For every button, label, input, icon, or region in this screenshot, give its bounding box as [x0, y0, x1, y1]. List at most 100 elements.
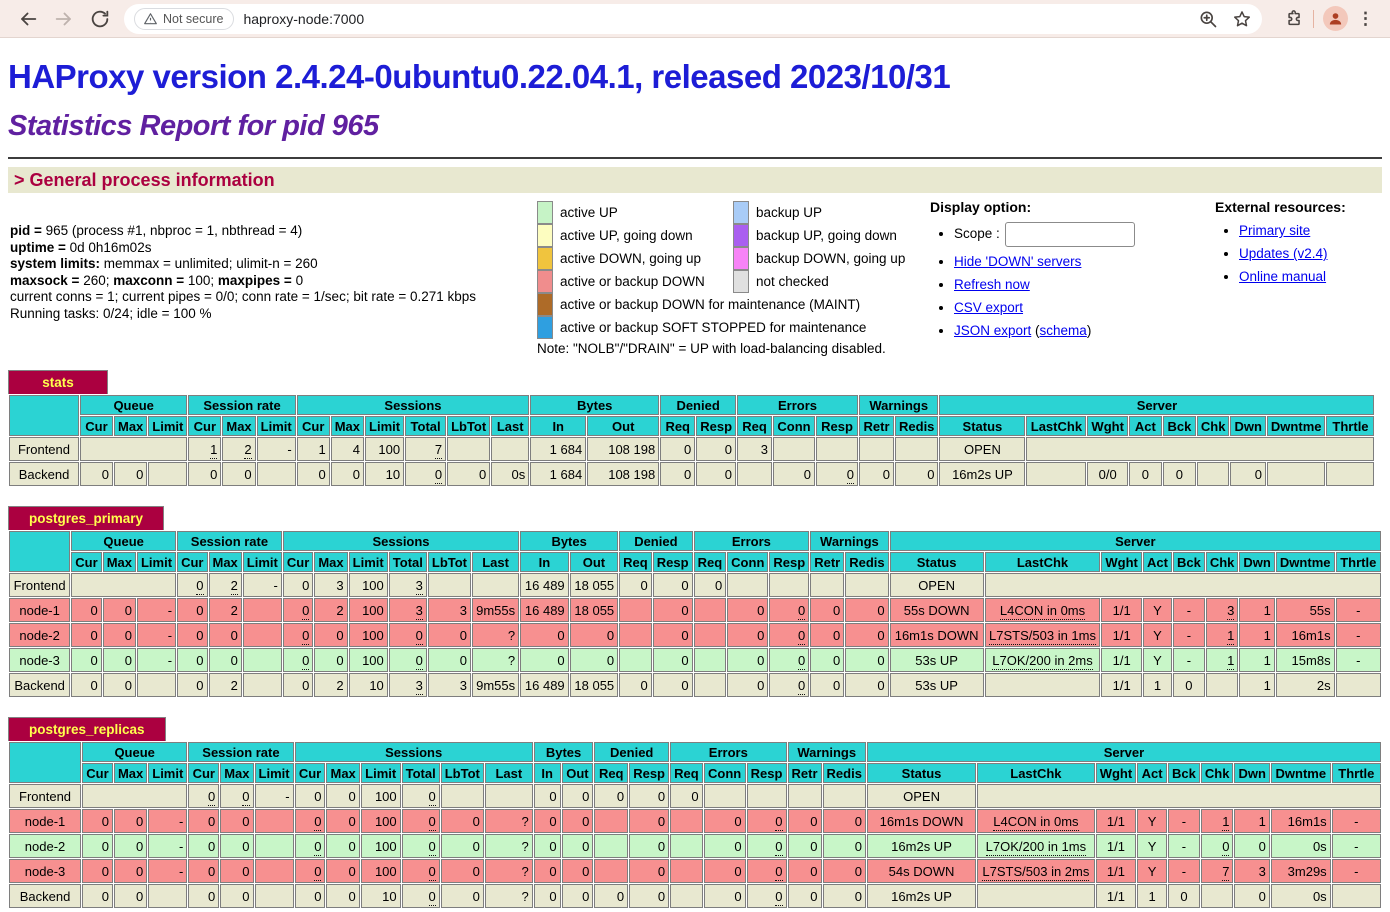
table-cell: 1 684 [530, 437, 586, 461]
table-cell: 1/1 [1096, 859, 1136, 883]
table-cell [727, 573, 768, 597]
table-cell: 0 [859, 462, 894, 486]
display-options: Display option: Scope :Hide 'DOWN' serve… [930, 199, 1135, 345]
table-cell [816, 437, 858, 461]
table-cell: 100 [349, 648, 388, 672]
url-text[interactable]: haproxy-node:7000 [243, 11, 1184, 27]
table-cell: 0 [283, 623, 313, 647]
bookmark-star-icon[interactable] [1232, 9, 1252, 29]
table-cell: 0 [845, 648, 888, 672]
display-option-link[interactable]: Hide 'DOWN' servers [954, 254, 1081, 269]
table-cell: 0 [326, 809, 359, 833]
table-cell: 0 [788, 834, 822, 858]
table-cell: 0 [441, 834, 484, 858]
table-cell: 0 [534, 884, 561, 908]
extensions-icon[interactable] [1284, 9, 1304, 29]
table-cell: 16 489 [520, 573, 569, 597]
table-cell: 10 [349, 673, 388, 697]
table-cell: 0 [295, 884, 326, 908]
table-cell: 1/1 [1096, 834, 1136, 858]
column-header: Thrtle [1336, 552, 1381, 572]
column-header: Total [402, 763, 440, 783]
table-cell: 0 [788, 884, 822, 908]
table-cell: 0 [823, 809, 866, 833]
menu-dots-icon[interactable]: ⋮ [1357, 9, 1374, 29]
table-row: Frontend00-00100000000OPEN [9, 784, 1381, 808]
table-cell: ? [485, 884, 533, 908]
table-cell: 0 [295, 834, 326, 858]
zoom-icon[interactable] [1198, 9, 1218, 29]
column-group-header: Server [867, 742, 1381, 762]
column-header: Bck [1168, 763, 1200, 783]
table-cell: 0 [177, 573, 207, 597]
column-group-header: Warnings [788, 742, 866, 762]
display-option-link[interactable]: CSV export [954, 300, 1023, 315]
site-security-chip[interactable]: Not secure [134, 8, 234, 30]
column-header: Status [867, 763, 976, 783]
legend-row: active UP, going downbackup UP, going do… [537, 224, 905, 247]
column-header: Last [491, 416, 529, 436]
proxy-section: postgres_primaryQueueSession rateSession… [8, 506, 1382, 698]
table-cell: 3 [428, 598, 471, 622]
external-resource-link[interactable]: Updates (v2.4) [1239, 246, 1328, 261]
external-resource-link[interactable]: Online manual [1239, 269, 1326, 284]
reload-icon[interactable] [89, 8, 111, 30]
stats-page: HAProxy version 2.4.24-0ubuntu0.22.04.1,… [0, 59, 1390, 909]
table-row: Backend00020210339m55s16 48918 055000000… [9, 673, 1381, 697]
address-bar[interactable]: Not secure haproxy-node:7000 [124, 4, 1262, 34]
table-cell: 2 [209, 573, 242, 597]
table-cell: Y [1143, 623, 1172, 647]
table-cell: 0 [534, 859, 561, 883]
table-cell: 1 [1201, 809, 1234, 833]
scope-input[interactable] [1005, 222, 1135, 247]
table-cell: 0 [788, 809, 822, 833]
table-cell: 0 [188, 859, 219, 883]
back-icon[interactable] [17, 8, 39, 30]
table-cell: ? [485, 809, 533, 833]
schema-link[interactable]: schema [1040, 323, 1087, 338]
table-cell: 0 [1230, 462, 1265, 486]
table-cell: 7 [405, 437, 446, 461]
table-cell [859, 437, 894, 461]
table-row: Frontend12-1410071 684108 198003OPEN [9, 437, 1374, 461]
table-cell: 18 055 [570, 673, 619, 697]
table-cell: 16m1s [1276, 623, 1335, 647]
display-option-link[interactable]: Refresh now [954, 277, 1030, 292]
process-info-line: uptime = 0d 0h16m02s [10, 240, 476, 257]
table-cell: 0 [520, 623, 569, 647]
profile-avatar[interactable] [1323, 6, 1348, 31]
table-cell: 1/1 [1096, 884, 1136, 908]
table-cell: 0 [326, 884, 359, 908]
table-cell: 0 [810, 598, 844, 622]
table-cell: 100 [349, 598, 388, 622]
json-export-link[interactable]: JSON export [954, 323, 1031, 338]
table-cell: 3 [389, 573, 427, 597]
table-cell: 3 [1234, 859, 1269, 883]
table-cell: - [1332, 809, 1381, 833]
table-cell: 0 [570, 623, 619, 647]
column-header: Thrtle [1332, 763, 1381, 783]
table-cell: 0 [188, 834, 219, 858]
table-cell: 0 [534, 834, 561, 858]
column-header: Retr [859, 416, 894, 436]
table-cell: 1 [297, 437, 330, 461]
table-cell: 0 [82, 834, 113, 858]
column-header: Act [1143, 552, 1172, 572]
table-cell: 0 [177, 673, 207, 697]
table-cell [594, 809, 628, 833]
table-cell: 1 [1206, 623, 1239, 647]
column-header: Dwntme [1267, 416, 1326, 436]
forward-icon[interactable] [53, 8, 75, 30]
table-cell [243, 648, 282, 672]
table-cell: 9m55s [472, 673, 519, 697]
table-cell: L7OK/200 in 2ms [985, 648, 1101, 672]
proxy-table: QueueSession rateSessionsBytesDeniedErro… [8, 394, 1375, 487]
legend-label: active or backup SOFT STOPPED for mainte… [553, 316, 866, 339]
table-cell [428, 573, 471, 597]
external-resource-link[interactable]: Primary site [1239, 223, 1310, 238]
proxy-name-tab: stats [8, 370, 108, 394]
table-cell: 0 [704, 809, 746, 833]
column-group-header: Errors [737, 395, 858, 415]
table-cell [1267, 462, 1326, 486]
table-cell: 0 [653, 598, 693, 622]
